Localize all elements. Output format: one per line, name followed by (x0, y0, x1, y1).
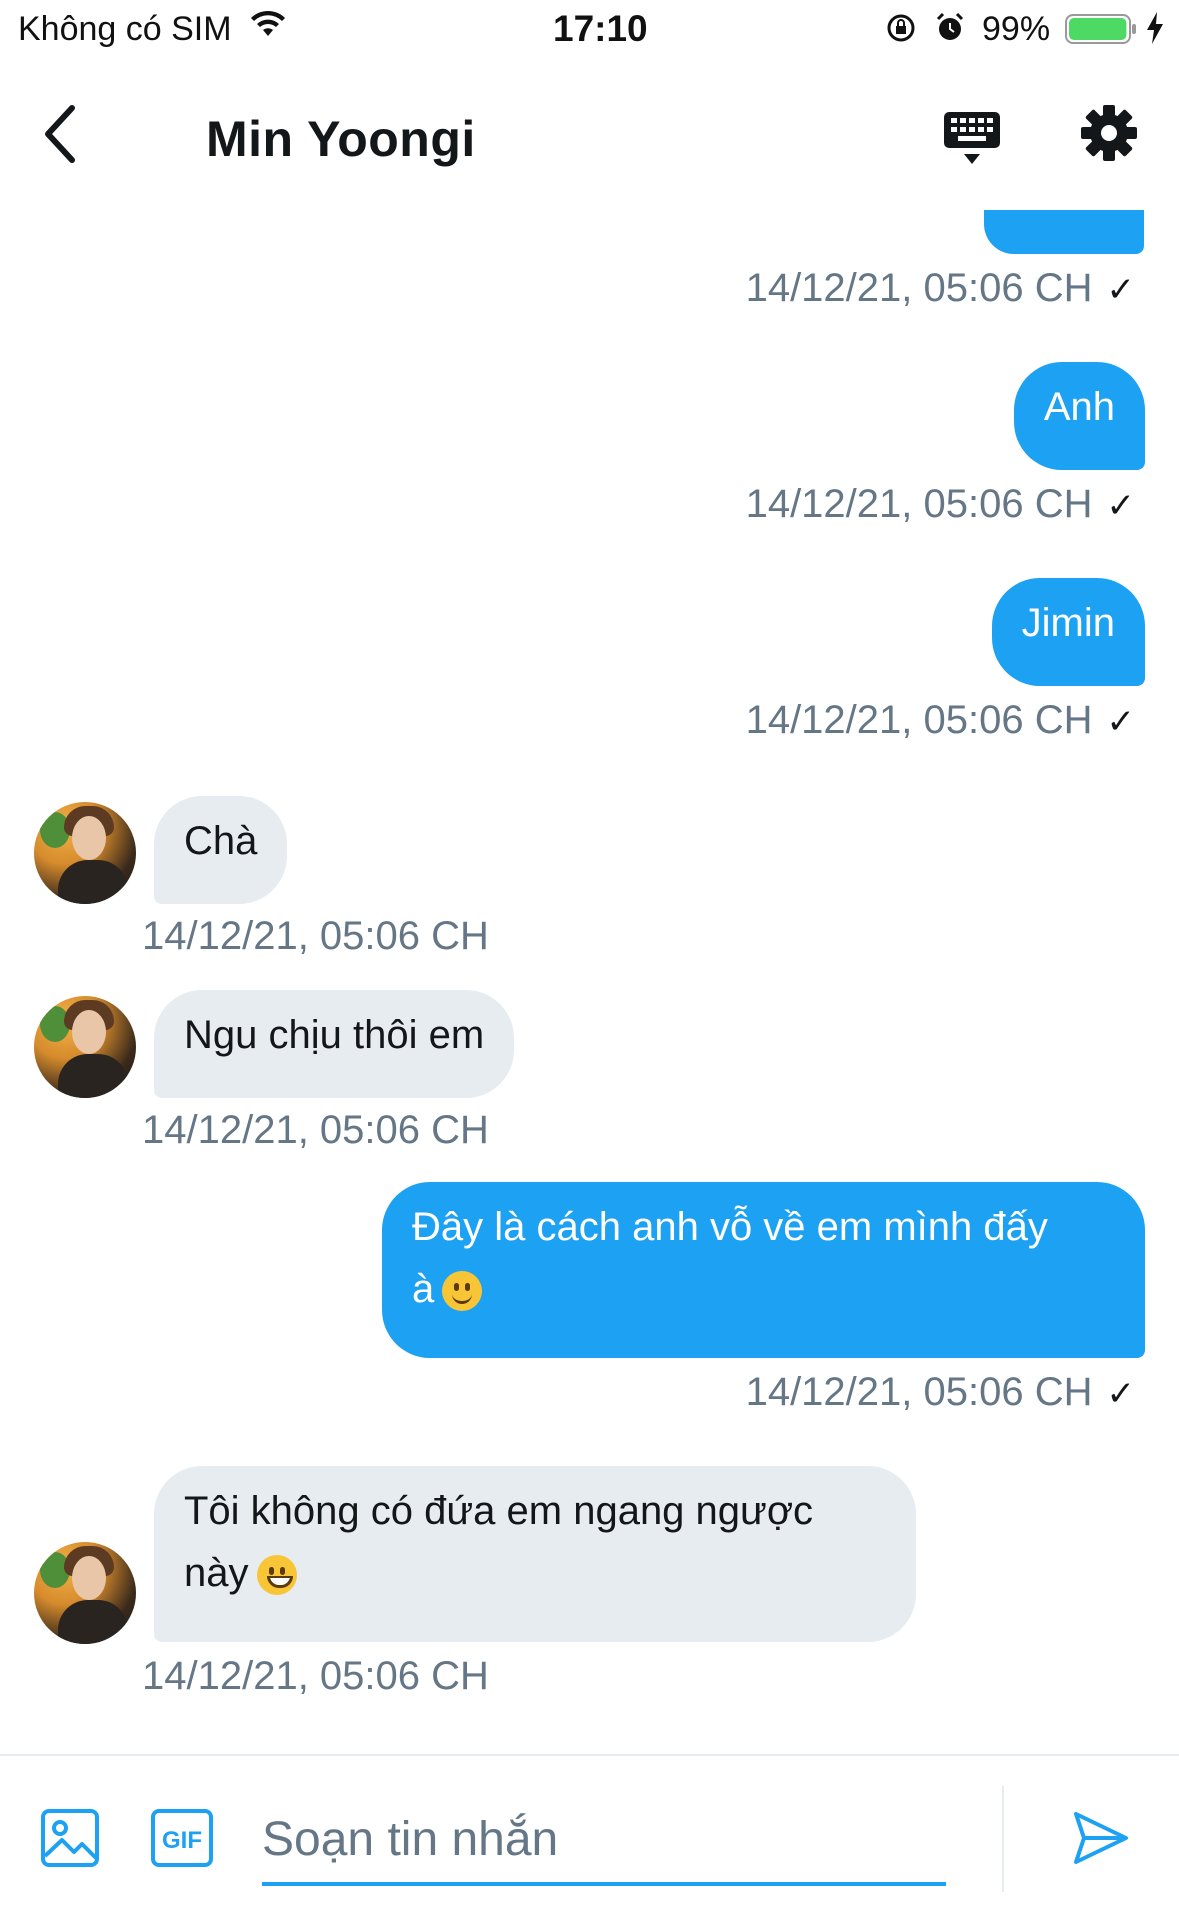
read-check-icon: ✓ (1106, 487, 1136, 525)
chat-header: Min Yoongi (0, 60, 1179, 210)
message-text: Ngu chịu thôi em (184, 1013, 485, 1057)
slightly-smiling-face-icon (442, 1271, 483, 1312)
avatar[interactable] (34, 802, 136, 904)
message-text: Chà (184, 819, 258, 863)
message-timestamp: 14/12/21, 05:06 CH ✓ (745, 1370, 1136, 1414)
incoming-message-bubble[interactable]: Ngu chịu thôi em (154, 990, 515, 1098)
read-check-icon: ✓ (1106, 703, 1136, 741)
message-timestamp: 14/12/21, 05:06 CH (142, 914, 489, 958)
avatar[interactable] (34, 996, 136, 1098)
read-check-icon: ✓ (1106, 1375, 1136, 1413)
message-timestamp: 14/12/21, 05:06 CH (142, 1108, 489, 1152)
gif-label: GIF (162, 1827, 202, 1854)
alarm-icon (935, 12, 965, 49)
outgoing-message-bubble[interactable]: Jimin (991, 578, 1145, 686)
message-input[interactable] (262, 1796, 946, 1886)
message-text: Jimin (1021, 601, 1115, 645)
conversation-title: Min Yoongi (206, 111, 476, 167)
charging-icon (1145, 12, 1165, 49)
rotation-lock-icon (885, 12, 917, 49)
message-composer: GIF (0, 1754, 1179, 1922)
message-text-line2: này (184, 1551, 249, 1595)
message-timestamp: 14/12/21, 05:06 CH (142, 1654, 489, 1698)
composer-divider (1002, 1786, 1004, 1892)
incoming-message-bubble[interactable]: Tôi không có đứa em ngang ngược này (154, 1466, 916, 1642)
message-timestamp: 14/12/21, 05:06 CH ✓ (745, 482, 1136, 526)
outgoing-message-bubble[interactable]: Đây là cách anh vỗ về em mình đấy à (382, 1182, 1145, 1358)
message-text: Tôi không có đứa em ngang ngược (184, 1489, 814, 1533)
grinning-face-icon (256, 1555, 297, 1596)
message-text: Đây là cách anh vỗ về em mình đấy (412, 1205, 1048, 1249)
send-icon[interactable] (1070, 1808, 1130, 1873)
gif-button[interactable]: GIF (150, 1808, 214, 1873)
message-text: Anh (1043, 385, 1115, 429)
status-bar: Không có SIM 17:10 99% (0, 0, 1179, 60)
message-timestamp: 14/12/21, 05:06 CH ✓ (745, 266, 1136, 310)
battery-percent: 99% (982, 10, 1051, 48)
battery-icon (1065, 14, 1137, 49)
read-check-icon: ✓ (1106, 271, 1136, 309)
incoming-message-bubble[interactable]: Chà (154, 796, 288, 904)
keyboard-icon[interactable] (942, 108, 1002, 173)
message-text-line2: à (412, 1267, 435, 1311)
carrier-label: Không có SIM (18, 10, 232, 48)
wifi-icon (250, 10, 286, 43)
chevron-left-icon[interactable] (40, 104, 90, 174)
outgoing-message-bubble[interactable] (984, 210, 1144, 254)
gear-icon[interactable] (1080, 104, 1138, 167)
avatar[interactable] (34, 1542, 136, 1644)
clock: 17:10 (553, 8, 648, 49)
image-icon[interactable] (40, 1808, 100, 1873)
outgoing-message-bubble[interactable]: Anh (1013, 362, 1145, 470)
message-timestamp: 14/12/21, 05:06 CH ✓ (745, 698, 1136, 742)
